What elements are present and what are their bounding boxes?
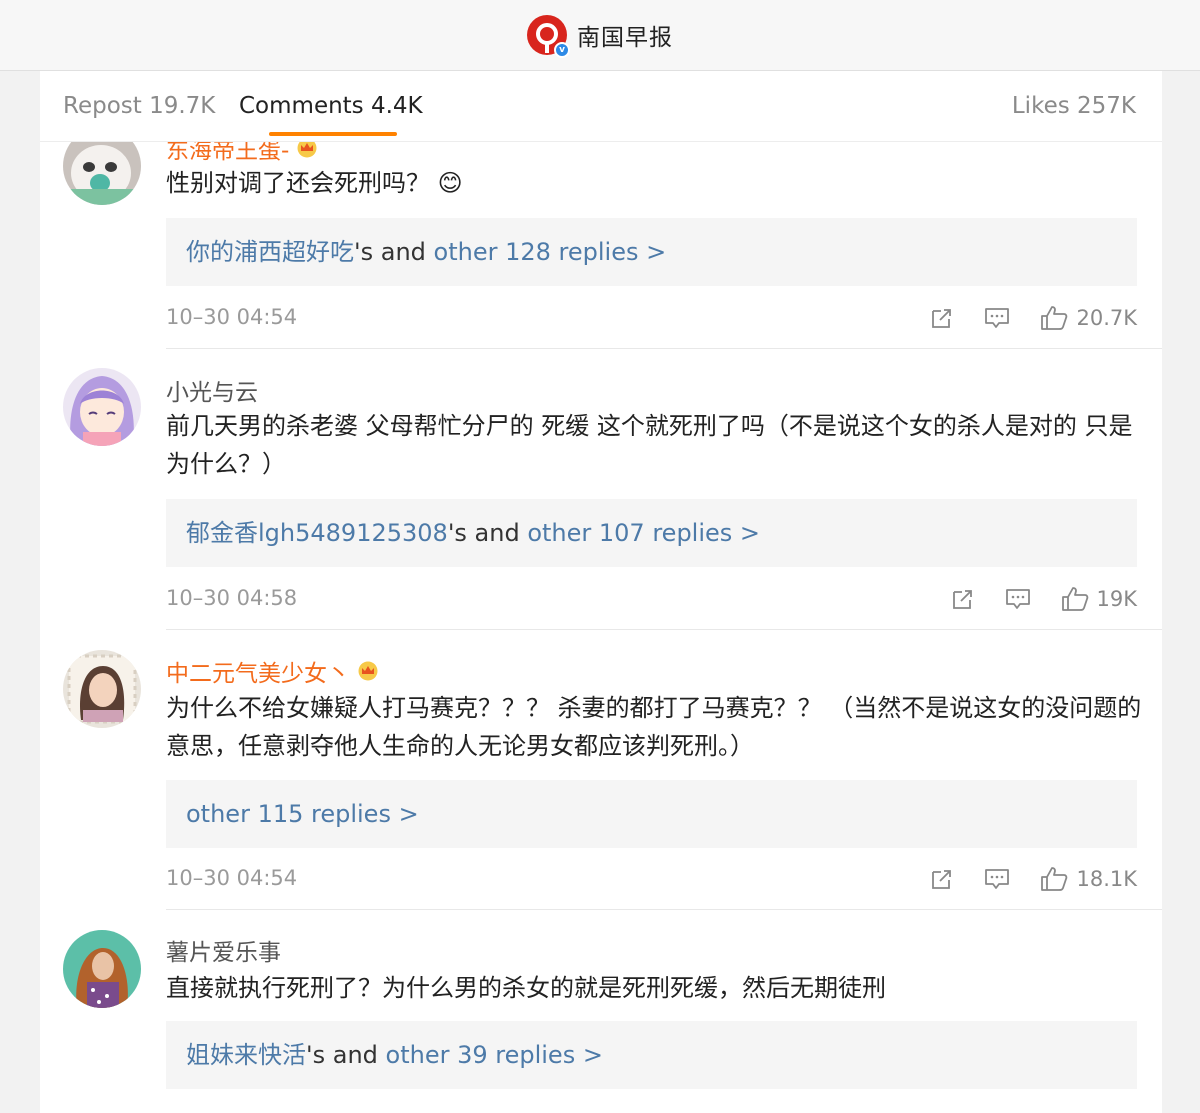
replies-preview[interactable]: other 115 replies > <box>166 780 1137 848</box>
active-tab-indicator <box>269 132 397 136</box>
comment-text: 性别对调了还会死刑吗？ 😊 <box>166 169 463 197</box>
tab-likes[interactable]: Likes 257K <box>1012 93 1136 119</box>
username[interactable]: 小光与云 <box>166 373 258 407</box>
username[interactable]: 薯片爱乐事 <box>166 933 281 967</box>
reply-button[interactable] <box>984 306 1010 330</box>
like-button[interactable]: 19K <box>1061 586 1138 612</box>
comment-icon <box>985 308 1010 328</box>
like-count: 20.7K <box>1076 306 1137 330</box>
thumbs-up-icon <box>1041 306 1068 330</box>
reply-username[interactable]: 姐妹来快活 <box>186 1041 306 1069</box>
timestamp: 10–30 04:54 <box>166 866 298 890</box>
comments-card: 东海帝王蛋- 性别对调了还会死刑吗？ 😊 你的浦西超好吃's and other… <box>40 71 1162 1113</box>
reply-button[interactable] <box>1005 587 1031 611</box>
account-name: 南国早报 <box>577 25 673 51</box>
comment-text: 前几天男的杀老婆 父母帮忙分尸的 死缓 这个就死刑了吗（不是说这个女的杀人是对的… <box>166 412 1133 478</box>
share-icon <box>932 309 952 328</box>
comment-meta: 10–30 04:54 18.1K <box>166 866 1137 896</box>
reply-connector: 's and <box>306 1041 386 1069</box>
replies-preview[interactable]: 你的浦西超好吃's and other 128 replies > <box>166 218 1137 286</box>
like-button[interactable]: 18.1K <box>1040 866 1137 892</box>
comment-text: 为什么不给女嫌疑人打马赛克？？？ 杀妻的都打了马赛克？？ （当然不是说这女的没问… <box>166 694 1142 760</box>
reply-connector: 's and <box>354 238 434 266</box>
reply-username[interactable]: 你的浦西超好吃 <box>186 238 354 266</box>
comment-meta: 10–30 04:58 19K <box>166 586 1137 616</box>
like-count: 18.1K <box>1076 867 1137 891</box>
comment-icon <box>1005 589 1030 609</box>
timestamp: 10–30 04:54 <box>166 305 298 329</box>
share-icon <box>952 590 972 609</box>
tab-bar: Repost 19.7K Comments 4.4K Likes 257K <box>40 71 1162 142</box>
more-replies-link[interactable]: other 39 replies > <box>386 1041 603 1069</box>
more-replies-link[interactable]: other 107 replies > <box>527 519 760 547</box>
account-logo[interactable]: v <box>527 15 570 58</box>
divider <box>166 348 1162 349</box>
share-button[interactable] <box>930 306 954 330</box>
avatar[interactable] <box>63 368 141 446</box>
comment-actions: 20.7K <box>930 305 1137 331</box>
thumbs-up-icon <box>1061 587 1088 611</box>
divider <box>166 909 1162 910</box>
comment-actions: 18.1K <box>930 866 1137 892</box>
like-button[interactable]: 20.7K <box>1040 305 1137 331</box>
reply-button[interactable] <box>984 867 1010 891</box>
comment-icon <box>985 869 1010 889</box>
replies-preview[interactable]: 姐妹来快活's and other 39 replies > <box>166 1021 1137 1089</box>
smile-emoji-icon: 😊 <box>437 169 463 197</box>
reply-connector: 's and <box>447 519 528 547</box>
avatar[interactable] <box>63 650 141 728</box>
thumbs-up-icon <box>1041 867 1068 891</box>
more-replies-link[interactable]: other 128 replies > <box>434 238 667 266</box>
account-header[interactable]: v 南国早报 <box>527 15 673 58</box>
share-button[interactable] <box>930 867 954 891</box>
avatar[interactable] <box>63 930 141 1008</box>
divider <box>166 629 1162 630</box>
crown-icon <box>356 661 380 681</box>
comment-actions: 19K <box>951 586 1138 612</box>
timestamp: 10–30 04:58 <box>166 586 298 610</box>
like-count: 19K <box>1096 587 1138 611</box>
username[interactable]: 中二元气美少女丶 <box>166 654 380 688</box>
tab-comments[interactable]: Comments 4.4K <box>239 93 423 119</box>
share-button[interactable] <box>951 587 975 611</box>
comment-text: 直接就执行死刑了？为什么男的杀女的就是死刑死缓，然后无期徒刑 <box>166 974 886 1002</box>
top-bar: v 南国早报 <box>0 0 1200 71</box>
comment-meta: 10–30 04:54 20.7K <box>166 305 1137 335</box>
replies-preview[interactable]: 郁金香lgh5489125308's and other 107 replies… <box>166 499 1137 567</box>
verified-badge-icon: v <box>554 42 570 58</box>
share-icon <box>932 870 952 889</box>
tab-repost[interactable]: Repost 19.7K <box>63 93 215 119</box>
more-replies-link[interactable]: other 115 replies > <box>186 800 419 828</box>
reply-username[interactable]: 郁金香lgh5489125308 <box>186 519 448 547</box>
